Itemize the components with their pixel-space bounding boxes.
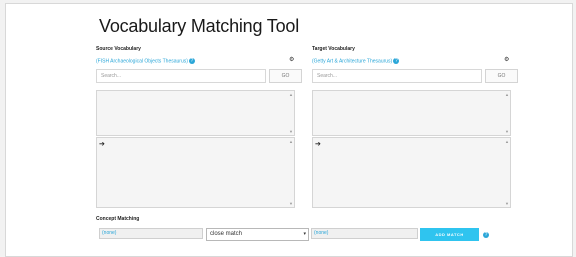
target-vocabulary-link[interactable]: (Getty Art & Architecture Thesaurus)? (312, 58, 400, 64)
target-go-button[interactable]: GO (485, 69, 518, 83)
scroll-down-icon[interactable]: ▼ (289, 201, 293, 206)
page-container: Vocabulary Matching Tool Source Vocabula… (5, 3, 573, 257)
scroll-down-icon[interactable]: ▼ (505, 129, 509, 134)
source-concept-field: (none) (99, 228, 203, 239)
scroll-up-icon[interactable]: ▲ (505, 139, 509, 144)
match-type-select[interactable]: close match ▾ (206, 228, 309, 241)
chevron-down-icon: ▾ (303, 231, 306, 237)
target-concept-panel[interactable]: ➔ ▲ ▼ (312, 137, 511, 208)
scroll-up-icon[interactable]: ▲ (505, 92, 509, 97)
source-vocabulary-name[interactable]: (FISH Archaeological Objects Thesaurus) (96, 58, 188, 64)
target-concept-field: (none) (311, 228, 418, 239)
gear-icon[interactable]: ⚙ (504, 56, 509, 63)
help-icon[interactable]: ? (483, 232, 489, 238)
add-match-button[interactable]: ADD MATCH (420, 228, 479, 241)
scroll-up-icon[interactable]: ▲ (289, 92, 293, 97)
gear-icon[interactable]: ⚙ (289, 56, 294, 63)
target-vocabulary-name[interactable]: (Getty Art & Architecture Thesaurus) (312, 58, 392, 64)
target-search-input[interactable]: Search... (312, 69, 482, 83)
concept-matching-heading: Concept Matching (96, 216, 140, 222)
source-vocabulary-heading: Source Vocabulary (96, 46, 141, 52)
target-vocabulary-heading: Target Vocabulary (312, 46, 355, 52)
page-title: Vocabulary Matching Tool (99, 16, 299, 36)
scroll-down-icon[interactable]: ▼ (505, 201, 509, 206)
target-hierarchy-panel[interactable]: ▲ ▼ (312, 90, 511, 136)
source-go-button[interactable]: GO (269, 69, 302, 83)
match-type-value: close match (210, 231, 243, 237)
source-vocabulary-link[interactable]: (FISH Archaeological Objects Thesaurus)? (96, 58, 195, 64)
help-icon[interactable]: ? (393, 58, 400, 64)
source-concept-panel[interactable]: ➔ ▲ ▼ (96, 137, 295, 208)
source-hierarchy-panel[interactable]: ▲ ▼ (96, 90, 295, 136)
source-search-input[interactable]: Search... (96, 69, 266, 83)
scroll-up-icon[interactable]: ▲ (289, 139, 293, 144)
help-icon[interactable]: ? (188, 58, 195, 64)
arrow-right-icon: ➔ (99, 141, 105, 148)
arrow-right-icon: ➔ (315, 141, 321, 148)
scroll-down-icon[interactable]: ▼ (289, 129, 293, 134)
